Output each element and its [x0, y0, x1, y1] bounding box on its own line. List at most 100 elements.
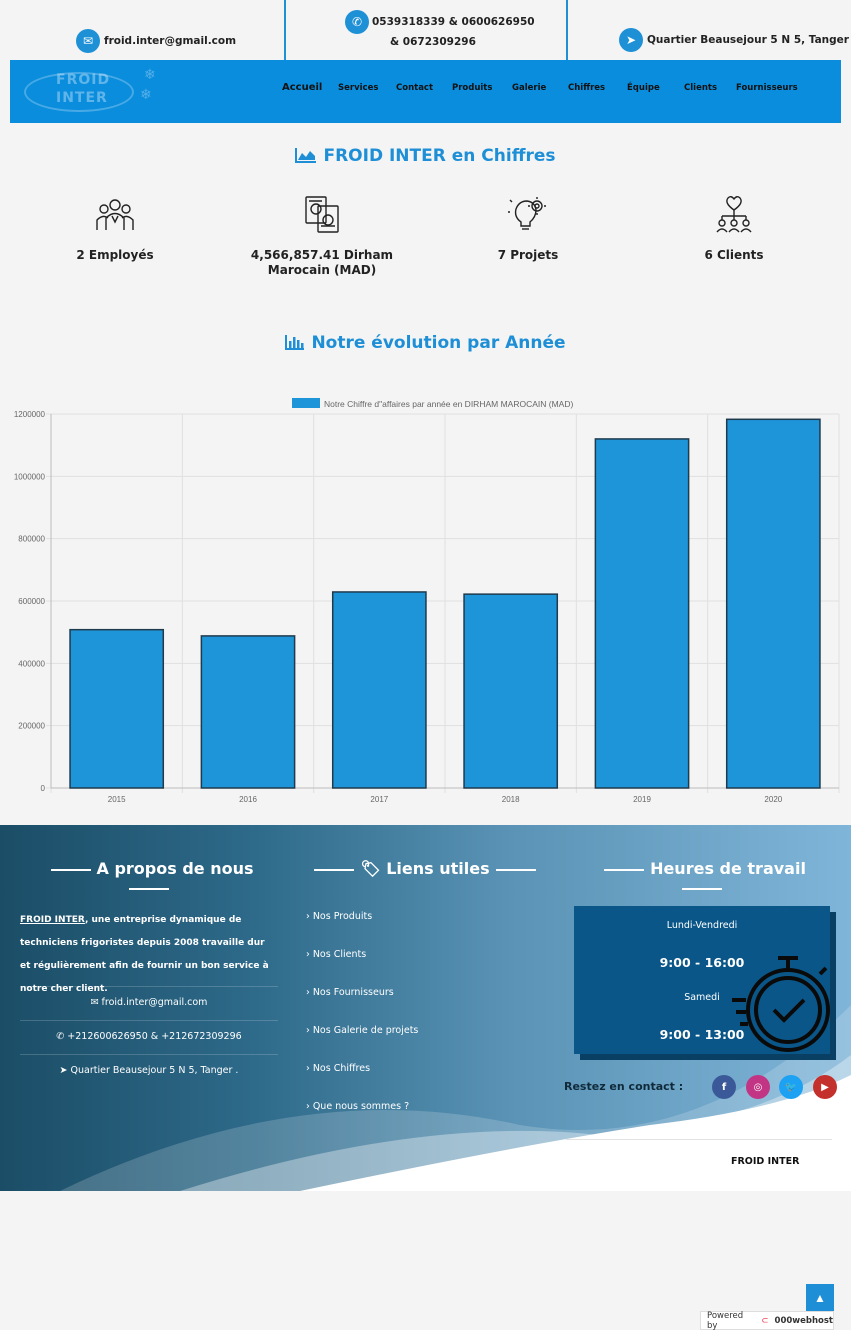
nav-item-accueil[interactable]: Accueil	[282, 82, 322, 93]
powered-prefix: Powered by	[707, 1310, 744, 1330]
bar-2016	[200, 635, 296, 789]
logo[interactable]: FROID INTER ❄ ❄	[24, 64, 174, 116]
hours-days: Lundi-Vendredi	[666, 920, 738, 931]
divider	[50, 868, 91, 871]
x-tick-label: 2017	[370, 795, 388, 804]
hours-title-text: Heures de travail	[650, 859, 806, 878]
hours-title: Heures de travail	[574, 859, 830, 897]
chevron-right-icon: ›	[306, 987, 313, 998]
y-tick-label: 400000	[18, 659, 45, 668]
stat-projects: 7 Projets	[428, 194, 628, 263]
x-tick-label: 2019	[633, 795, 651, 804]
back-to-top-button[interactable]: ▲	[806, 1284, 834, 1312]
revenue-chart: Notre Chiffre d"affaires par année en DI…	[0, 390, 851, 810]
webhost-logo-icon: ⊂	[761, 1315, 769, 1326]
stat-label: 4,566,857.41 Dirham Marocain (MAD)	[250, 248, 394, 277]
y-tick-label: 600000	[18, 597, 45, 606]
links-title: 🏷 Liens utiles	[300, 859, 550, 878]
bar-2018	[463, 593, 559, 789]
footer-link-chiffres[interactable]: › Nos Chiffres	[306, 1063, 370, 1074]
footer-phone-text: +212600626950 & +212672309296	[67, 1031, 242, 1042]
powered-by-badge[interactable]: Powered by ⊂ 000webhost	[700, 1311, 834, 1330]
bar-2017	[331, 591, 427, 789]
tags-icon: 🏷	[360, 859, 381, 878]
stat-employees: 2 Employés	[15, 194, 215, 263]
nav-item-fournisseurs[interactable]: Fournisseurs	[736, 83, 798, 93]
footer-email-text: froid.inter@gmail.com	[101, 997, 208, 1008]
money-document-icon	[305, 196, 339, 233]
chevron-right-icon: ›	[306, 949, 313, 960]
x-tick-label: 2016	[239, 795, 257, 804]
y-tick-label: 0	[41, 784, 46, 793]
topbar-address-text: Quartier Beausejour 5 N 5, Tanger	[647, 34, 849, 46]
nav-item-produits[interactable]: Produits	[452, 83, 492, 93]
x-tick-label: 2020	[764, 795, 782, 804]
topbar-divider	[284, 0, 286, 60]
footer-link-clients[interactable]: › Nos Clients	[306, 949, 366, 960]
main-navigation: FROID INTER ❄ ❄ Accueil Services Contact…	[10, 60, 841, 123]
footer: A propos de nous FROID INTER, une entrep…	[0, 825, 851, 1191]
handshake-network-icon	[716, 196, 752, 233]
topbar-phone-line2: & 0672309296	[390, 36, 476, 48]
chevron-right-icon: ›	[306, 911, 313, 922]
facebook-icon[interactable]: f	[712, 1075, 736, 1099]
topbar-phone-line1: 0539318339 & 0600626950	[372, 16, 535, 28]
nav-item-clients[interactable]: Clients	[684, 83, 717, 93]
nav-item-galerie[interactable]: Galerie	[512, 83, 546, 93]
footer-address-text: Quartier Beausejour 5 N 5, Tanger .	[70, 1065, 239, 1076]
twitter-icon[interactable]: 🐦	[779, 1075, 803, 1099]
idea-gear-icon	[508, 197, 546, 230]
working-hours-box: Lundi-Vendredi 9:00 - 16:00 Samedi 9:00 …	[574, 906, 830, 1054]
location-arrow-icon: ➤	[619, 28, 643, 52]
logo-line2: INTER	[56, 90, 108, 106]
divider	[129, 887, 169, 890]
powered-brand: 000webhost	[774, 1315, 833, 1326]
stat-label: 7 Projets	[497, 248, 559, 262]
instagram-icon[interactable]: ◎	[746, 1075, 770, 1099]
footer-link-label: Nos Galerie de projets	[312, 1025, 419, 1036]
nav-item-services[interactable]: Services	[338, 83, 378, 93]
about-brand-link[interactable]: FROID INTER	[20, 915, 85, 925]
bar-2015	[69, 628, 165, 789]
chevron-up-icon: ▲	[814, 1291, 826, 1305]
nav-item-equipe[interactable]: Équipe	[627, 83, 660, 93]
footer-email[interactable]: ✉ froid.inter@gmail.com	[20, 986, 278, 1020]
nav-item-contact[interactable]: Contact	[396, 83, 433, 93]
top-contact-bar: ✉ froid.inter@gmail.com ✆ 0539318339 & 0…	[0, 0, 851, 60]
footer-divider	[566, 1139, 832, 1140]
footer-link-label: Nos Produits	[312, 911, 373, 922]
footer-link-about[interactable]: › Que nous sommes ?	[306, 1101, 409, 1112]
stat-revenue: 4,566,857.41 Dirham Marocain (MAD)	[221, 194, 423, 278]
links-title-text: Liens utiles	[386, 859, 490, 878]
logo-line1: FROID	[56, 72, 111, 88]
phone-icon: ✆	[345, 10, 369, 34]
envelope-icon: ✉	[90, 997, 102, 1008]
envelope-icon: ✉	[76, 29, 100, 53]
footer-link-fournisseurs[interactable]: › Nos Fournisseurs	[306, 987, 394, 998]
bar-2020	[725, 418, 821, 789]
snowflake-icon: ❄	[140, 86, 152, 102]
evolution-title-text: Notre évolution par Année	[311, 333, 566, 353]
y-tick-label: 800000	[18, 535, 45, 544]
figures-title-text: FROID INTER en Chiffres	[323, 146, 556, 166]
x-tick-label: 2018	[502, 795, 520, 804]
footer-link-label: Nos Chiffres	[312, 1063, 371, 1074]
about-title: A propos de nous	[20, 859, 278, 897]
footer-link-label: Que nous sommes ?	[312, 1101, 410, 1112]
stat-clients: 6 Clients	[634, 194, 834, 263]
nav-item-chiffres[interactable]: Chiffres	[568, 83, 605, 93]
y-tick-label: 1200000	[14, 410, 46, 419]
footer-address: ➤ Quartier Beausejour 5 N 5, Tanger .	[20, 1054, 278, 1088]
revenue-chart-svg: Notre Chiffre d"affaires par année en DI…	[14, 398, 840, 804]
legend-swatch	[292, 398, 320, 408]
figures-title: FROID INTER en Chiffres	[0, 146, 851, 168]
chevron-right-icon: ›	[306, 1063, 313, 1074]
footer-link-label: Nos Fournisseurs	[312, 987, 394, 998]
divider	[495, 868, 536, 871]
evolution-title: Notre évolution par Année	[0, 333, 851, 355]
youtube-icon[interactable]: ▶	[813, 1075, 837, 1099]
footer-phone[interactable]: ✆ +212600626950 & +212672309296	[20, 1020, 278, 1054]
footer-link-produits[interactable]: › Nos Produits	[306, 911, 372, 922]
bar-chart-icon	[285, 334, 305, 355]
footer-link-galerie[interactable]: › Nos Galerie de projets	[306, 1025, 418, 1036]
